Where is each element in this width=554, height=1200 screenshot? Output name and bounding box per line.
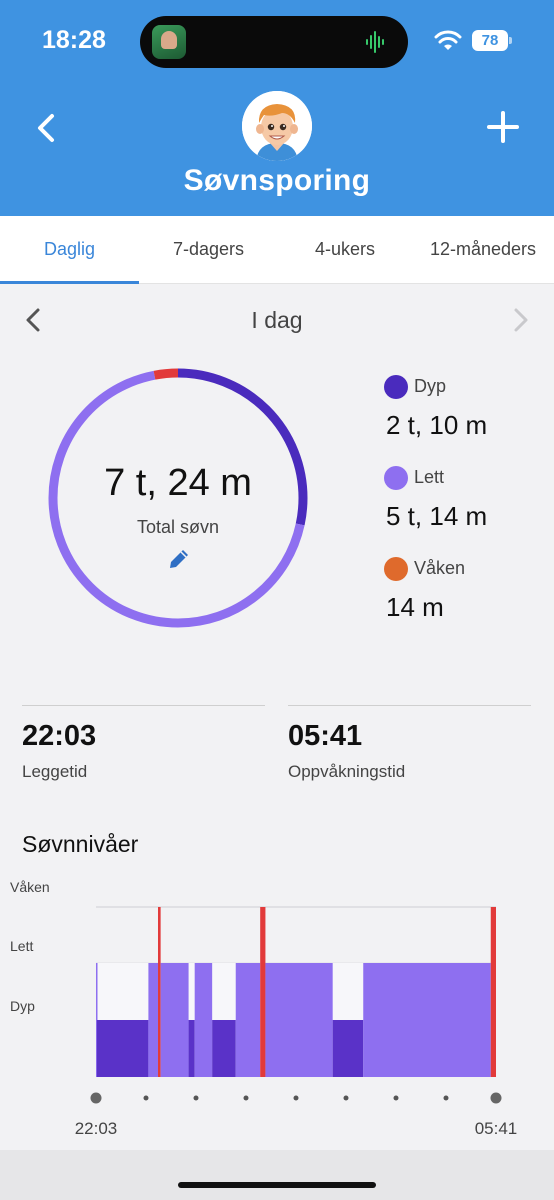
segment-light	[363, 963, 491, 1077]
sleep-levels-chart: Våken Lett Dyp 22:03 05:41	[10, 879, 518, 1138]
segment-light	[148, 963, 159, 1077]
legend-value-awake: 14 m	[386, 592, 444, 622]
axis-endpoint-dot	[90, 1092, 102, 1104]
legend-dot-light	[384, 466, 408, 490]
segment-deep	[96, 1020, 149, 1077]
segment-light	[235, 963, 261, 1077]
segment-deep	[212, 1020, 236, 1077]
divider	[288, 705, 531, 706]
segment-deep	[188, 1020, 195, 1077]
axis-tick-dot	[343, 1095, 349, 1101]
legend-dot-awake	[384, 557, 408, 581]
avatar[interactable]	[242, 91, 312, 161]
axis-tick-dot	[243, 1095, 249, 1101]
next-day-button[interactable]	[508, 306, 532, 334]
legend-name-deep: Dyp	[414, 376, 447, 396]
add-button[interactable]	[484, 108, 522, 146]
live-activity-app-icon	[152, 25, 186, 59]
edit-pencil-icon[interactable]	[166, 546, 192, 572]
axis-endpoint-dot	[490, 1092, 502, 1104]
legend-name-awake: Våken	[414, 558, 466, 578]
segment-deep	[332, 1020, 364, 1077]
segment-light	[194, 963, 213, 1077]
level-label: Våken	[10, 879, 50, 895]
tab-12-months[interactable]: 12-måneders	[412, 216, 554, 284]
app-header: 18:28 78 Søvnsporing	[0, 0, 554, 216]
wake-time-value: 05:41	[288, 720, 363, 752]
segment-awake	[260, 907, 266, 1077]
legend-value-light: 5 t, 14 m	[386, 501, 488, 531]
day-label: I dag	[251, 307, 303, 333]
wake-time-label: Oppvåkningstid	[288, 762, 406, 781]
bedtime-value: 22:03	[22, 720, 97, 752]
bedtime-label: Leggetid	[22, 762, 88, 781]
legend-dot-deep	[384, 375, 408, 399]
tab-4-weeks[interactable]: 4-ukers	[278, 216, 412, 284]
dynamic-island	[140, 16, 408, 68]
tab-daily[interactable]: Daglig	[0, 216, 139, 284]
battery-icon: 78	[472, 30, 512, 51]
tab-7-days[interactable]: 7-dagers	[139, 216, 278, 284]
sleep-levels-title: Søvnnivåer	[22, 831, 139, 857]
level-label: Lett	[10, 938, 33, 954]
active-tab-indicator	[0, 281, 139, 284]
axis-start-label: 22:03	[75, 1119, 118, 1138]
segment-light	[160, 963, 189, 1077]
waveform-icon	[366, 31, 384, 53]
divider	[22, 705, 265, 706]
wifi-icon	[434, 30, 462, 50]
status-time: 18:28	[42, 26, 106, 54]
level-label: Dyp	[10, 998, 35, 1014]
segment-light	[265, 963, 333, 1077]
axis-tick-dot	[143, 1095, 149, 1101]
axis-tick-dot	[293, 1095, 299, 1101]
back-button[interactable]	[30, 108, 64, 148]
legend-name-light: Lett	[414, 467, 445, 487]
axis-tick-dot	[193, 1095, 199, 1101]
axis-tick-dot	[443, 1095, 449, 1101]
bottom-bar	[0, 1150, 554, 1200]
axis-tick-dot	[393, 1095, 399, 1101]
total-sleep-value: 7 t, 24 m	[104, 462, 252, 504]
boy-avatar-icon	[242, 91, 312, 161]
page-title: Søvnsporing	[183, 164, 371, 197]
axis-end-label: 05:41	[475, 1119, 518, 1138]
home-indicator	[178, 1182, 376, 1188]
legend-value-deep: 2 t, 10 m	[386, 410, 488, 440]
total-sleep-label: Total søvn	[136, 517, 220, 537]
period-tabs: Daglig 7-dagers 4-ukers 12-måneders	[0, 216, 554, 284]
segment-awake	[158, 907, 161, 1077]
segment-awake	[490, 907, 496, 1077]
